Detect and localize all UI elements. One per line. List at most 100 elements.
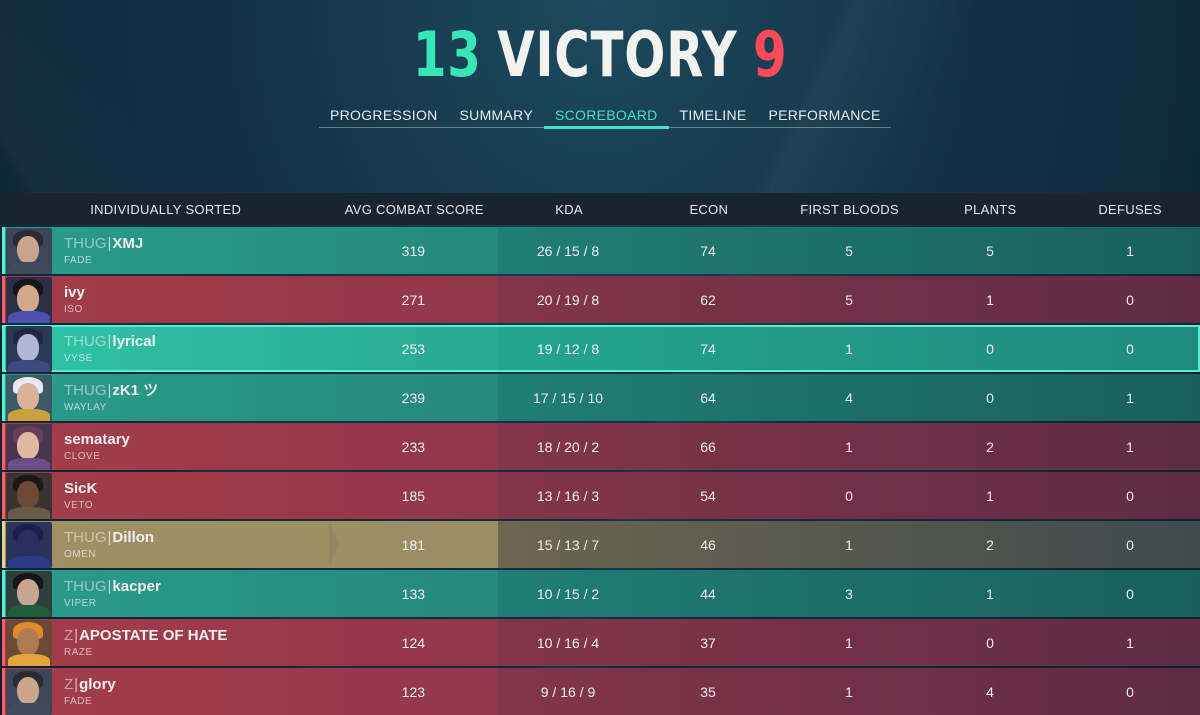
agent-portrait	[6, 619, 52, 666]
first-bloods-value: 5	[845, 242, 853, 259]
table-row[interactable]: sematary CLOVE 233 18 / 20 / 2 66 1 2 1	[2, 423, 1200, 470]
tab-progression[interactable]: PROGRESSION	[319, 107, 449, 129]
kda-value: 17 / 15 / 10	[532, 389, 604, 406]
table-row[interactable]: THUG|kacper VIPER 133 10 / 15 / 2 44 3 1…	[2, 570, 1200, 617]
table-row[interactable]: THUG|XMJ FADE 319 26 / 15 / 8 74 5 5 1	[2, 227, 1200, 274]
avg-combat-score: 133	[401, 585, 426, 602]
first-bloods-value: 4	[845, 389, 853, 406]
plants-value: 1	[986, 487, 994, 504]
scoreboard-table: INDIVIDUALLY SORTED AVG COMBAT SCORE KDA…	[2, 193, 1200, 715]
header-first-bloods[interactable]: FIRST BLOODS	[779, 202, 921, 217]
table-row[interactable]: ivy ISO 271 20 / 19 / 8 62 5 1 0	[2, 276, 1200, 323]
first-bloods-value: 1	[845, 340, 853, 357]
plants-value: 1	[986, 585, 994, 602]
player-name: XMJ	[112, 235, 144, 252]
header-avg-combat-score[interactable]: AVG COMBAT SCORE	[329, 202, 499, 217]
row-stats: 10 / 16 / 4 37 1 0 1	[498, 619, 1200, 666]
avg-combat-score: 181	[401, 536, 426, 553]
player-name-line: THUG|zK1 ツ	[64, 382, 158, 400]
agent-portrait	[6, 374, 52, 421]
player-name: SicK	[64, 480, 98, 497]
player-cell[interactable]: THUG|Dillon OMEN	[2, 521, 339, 568]
tag-separator: |	[107, 235, 112, 252]
agent-name: RAZE	[64, 647, 93, 658]
plants-value: 0	[986, 389, 994, 406]
player-name: lyrical	[112, 333, 156, 350]
ally-score: 13	[412, 18, 482, 91]
tab-scoreboard[interactable]: SCOREBOARD	[543, 107, 669, 129]
avg-combat-score: 239	[401, 389, 426, 406]
avg-combat-score: 253	[401, 340, 426, 357]
table-row[interactable]: Z|APOSTATE OF HATE RAZE 124 10 / 16 / 4 …	[2, 619, 1200, 666]
tag-separator: |	[74, 676, 79, 693]
row-stats: 19 / 12 / 8 74 1 0 0	[498, 325, 1200, 372]
player-cell[interactable]: THUG|zK1 ツ WAYLAY	[2, 374, 329, 421]
econ-value: 35	[700, 683, 716, 700]
header-sort-mode[interactable]: INDIVIDUALLY SORTED	[2, 202, 329, 217]
player-cell[interactable]: ivy ISO	[2, 276, 329, 323]
avg-combat-score: 233	[401, 438, 426, 455]
player-cell[interactable]: THUG|kacper VIPER	[2, 570, 329, 617]
player-name: glory	[79, 676, 116, 693]
table-row[interactable]: Z|glory FADE 123 9 / 16 / 9 35 1 4 0	[2, 668, 1200, 715]
player-cell[interactable]: THUG|XMJ FADE	[2, 227, 329, 274]
econ-value: 37	[700, 634, 716, 651]
agent-portrait	[6, 227, 52, 274]
agent-portrait	[6, 521, 52, 568]
player-team-tag: Z	[64, 676, 74, 693]
player-team-tag: THUG	[64, 529, 107, 546]
agent-name: VETO	[64, 500, 94, 511]
kda-value: 10 / 16 / 4	[536, 634, 600, 651]
player-team-tag: THUG	[64, 382, 107, 399]
tab-bar: PROGRESSION SUMMARY SCOREBOARD TIMELINE …	[319, 102, 892, 129]
header-econ[interactable]: ECON	[639, 202, 779, 217]
first-bloods-value: 0	[845, 487, 853, 504]
player-cell[interactable]: Z|APOSTATE OF HATE RAZE	[2, 619, 329, 666]
row-stats: 17 / 15 / 10 64 4 0 1	[498, 374, 1200, 421]
player-name-line: sematary	[64, 431, 130, 449]
player-team-tag: THUG	[64, 578, 107, 595]
kda-value: 9 / 16 / 9	[540, 683, 596, 700]
player-cell[interactable]: sematary CLOVE	[2, 423, 329, 470]
tab-performance[interactable]: PERFORMANCE	[758, 107, 892, 129]
player-team-tag: THUG	[64, 235, 107, 252]
agent-name: VIPER	[64, 598, 97, 609]
plants-value: 2	[986, 438, 994, 455]
defuses-value: 1	[1126, 389, 1134, 406]
table-row[interactable]: THUG|Dillon OMEN 181 15 / 13 / 7 46 1 2 …	[2, 521, 1200, 568]
econ-value: 44	[700, 585, 716, 602]
player-name-line: SicK	[64, 480, 97, 498]
avg-combat-score: 319	[401, 242, 426, 259]
kda-value: 20 / 19 / 8	[536, 291, 600, 308]
agent-name: FADE	[64, 696, 93, 707]
player-name: Dillon	[112, 529, 155, 546]
player-cell[interactable]: THUG|lyrical VYSE	[2, 325, 329, 372]
player-name-line: Z|glory	[64, 676, 116, 694]
defuses-value: 0	[1126, 585, 1134, 602]
agent-portrait	[6, 423, 52, 470]
plants-value: 4	[986, 683, 994, 700]
first-bloods-value: 1	[845, 634, 853, 651]
table-row[interactable]: THUG|zK1 ツ WAYLAY 239 17 / 15 / 10 64 4 …	[2, 374, 1200, 421]
tab-timeline[interactable]: TIMELINE	[669, 107, 758, 129]
tag-separator: |	[107, 382, 112, 399]
player-name-line: Z|APOSTATE OF HATE	[64, 627, 227, 645]
enemy-score: 9	[752, 18, 788, 91]
table-row[interactable]: SicK VETO 185 13 / 16 / 3 54 0 1 0	[2, 472, 1200, 519]
player-cell[interactable]: SicK VETO	[2, 472, 329, 519]
plants-value: 1	[986, 291, 994, 308]
tab-summary[interactable]: SUMMARY	[449, 107, 544, 129]
player-name-line: ivy	[64, 284, 85, 302]
player-cell[interactable]: Z|glory FADE	[2, 668, 329, 715]
header-defuses[interactable]: DEFUSES	[1060, 202, 1200, 217]
defuses-value: 1	[1126, 438, 1134, 455]
table-header: INDIVIDUALLY SORTED AVG COMBAT SCORE KDA…	[2, 193, 1200, 225]
header-plants[interactable]: PLANTS	[920, 202, 1060, 217]
econ-value: 54	[700, 487, 716, 504]
table-row[interactable]: THUG|lyrical VYSE 253 19 / 12 / 8 74 1 0…	[2, 325, 1200, 372]
player-name: zK1 ツ	[112, 382, 159, 399]
table-body: THUG|XMJ FADE 319 26 / 15 / 8 74 5 5 1 i…	[2, 227, 1200, 715]
player-name: APOSTATE OF HATE	[79, 627, 228, 644]
header-kda[interactable]: KDA	[499, 202, 639, 217]
tag-separator: |	[107, 333, 112, 350]
